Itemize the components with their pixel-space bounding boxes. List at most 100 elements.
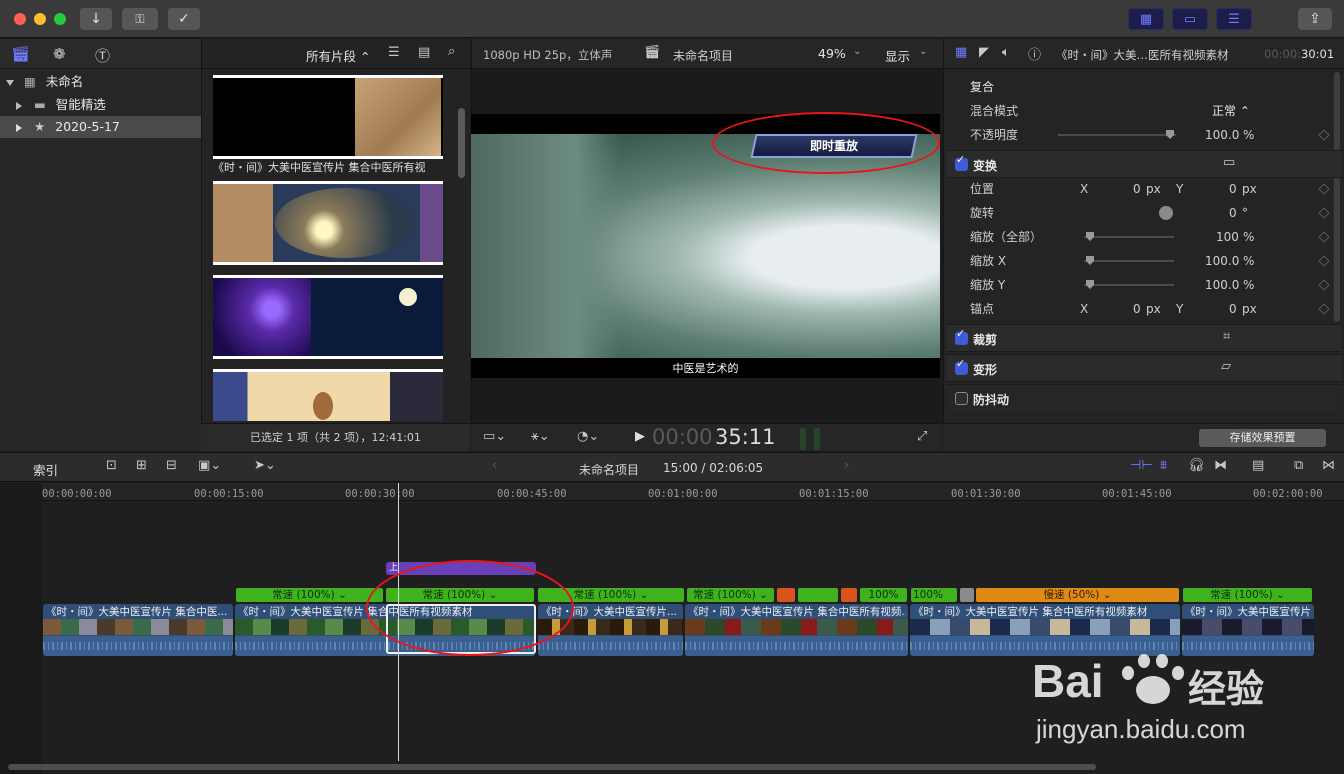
browser-clip-4[interactable]	[213, 369, 443, 421]
timeline-scrollbar[interactable]	[8, 764, 1096, 770]
browser-clip-3[interactable]	[213, 275, 443, 359]
retime-segment[interactable]	[798, 588, 838, 602]
titles-icon[interactable]: Ⓣ	[95, 45, 110, 66]
slider-knob[interactable]	[1086, 232, 1094, 241]
search-icon[interactable]: ⌕	[448, 44, 455, 59]
scale-y-slider[interactable]	[1084, 280, 1174, 289]
scale-x-slider[interactable]	[1084, 256, 1174, 265]
slider-knob[interactable]	[1086, 280, 1094, 289]
keyframe-diamond-icon[interactable]	[1318, 255, 1330, 267]
browser-scrollbar[interactable]	[458, 108, 465, 178]
blend-mode-popup[interactable]: 正常 ⌃	[1212, 99, 1250, 123]
background-tasks-button[interactable]: ✓	[168, 8, 200, 30]
retime-segment-fast[interactable]	[841, 588, 857, 602]
library-root[interactable]: ▦ 未命名	[6, 71, 201, 93]
minimize-window-button[interactable]	[34, 13, 46, 25]
crop-onscreen-icon[interactable]: ⌗	[1223, 329, 1230, 344]
skimming-icon[interactable]: ⊣⊢	[1130, 458, 1153, 473]
rotation-value[interactable]: 0	[1229, 201, 1237, 225]
audio-inspector-icon[interactable]: 🔈︎	[1002, 45, 1010, 60]
connect-clip-icon[interactable]: ⊡	[106, 458, 117, 473]
chevron-down-icon[interactable]: ⌄	[853, 46, 861, 57]
zoom-popup[interactable]: 49%	[818, 46, 846, 61]
transform-checkbox[interactable]	[955, 153, 968, 171]
timeline-clip[interactable]: 《时・间》大美中医宣传片 集合中医...	[43, 604, 233, 656]
keyframe-diamond-icon[interactable]	[1318, 207, 1330, 219]
clip-appearance-icon[interactable]: ▤	[1252, 458, 1264, 473]
sidebar-item-event[interactable]: ★ 2020-5-17	[0, 116, 201, 138]
anchor-y-value[interactable]: 0	[1229, 297, 1237, 321]
opacity-value[interactable]: 100.0	[1205, 123, 1239, 147]
timeline-toggle-button[interactable]: ▭	[1172, 8, 1208, 30]
zoom-window-button[interactable]	[54, 13, 66, 25]
audio-skimming-icon[interactable]: ⩩	[1160, 458, 1167, 473]
timeline-clip[interactable]: 《时・间》大美中医宣传片...	[1182, 604, 1314, 656]
keyframe-diamond-icon[interactable]	[1318, 129, 1330, 141]
color-inspector-icon[interactable]: ◤	[979, 45, 989, 60]
fullscreen-icon[interactable]: ⤢	[917, 429, 927, 444]
info-inspector-icon[interactable]: ⓘ	[1028, 44, 1041, 63]
inspector-toggle-button[interactable]: ☰	[1216, 8, 1252, 30]
distort-checkbox[interactable]	[955, 357, 968, 375]
retime-bar[interactable]: 100%	[860, 588, 907, 602]
anchor-x-value[interactable]: 0	[1133, 297, 1141, 321]
clip-filter-popup[interactable]: 所有片段 ⌃	[306, 46, 370, 65]
select-tool-icon[interactable]: ➤⌄	[254, 458, 276, 473]
retime-bar[interactable]: 100%	[911, 588, 957, 602]
close-window-button[interactable]	[14, 13, 26, 25]
slider-knob[interactable]	[1086, 256, 1094, 265]
retime-bar[interactable]: 常速 (100%) ⌄	[1183, 588, 1312, 602]
overwrite-clip-icon[interactable]: ▣⌄	[198, 458, 221, 473]
position-x-value[interactable]: 0	[1133, 177, 1141, 201]
opacity-slider[interactable]	[1058, 130, 1176, 139]
history-back-icon[interactable]: ‹	[492, 458, 497, 473]
chevron-down-icon[interactable]: ⌄	[919, 46, 927, 57]
browser-clip-2[interactable]	[213, 181, 443, 265]
transitions-browser-icon[interactable]: ⋈	[1322, 458, 1335, 473]
headphones-icon[interactable]: 🎧︎	[1188, 458, 1205, 473]
snapping-icon[interactable]: ⧓	[1214, 458, 1227, 473]
disclosure-closed-icon[interactable]	[16, 123, 22, 132]
scale-all-slider[interactable]	[1084, 232, 1174, 241]
browser-clip-1[interactable]	[213, 75, 443, 159]
position-y-value[interactable]: 0	[1229, 177, 1237, 201]
history-forward-icon[interactable]: ›	[844, 458, 849, 473]
filmstrip-icon[interactable]: ▤	[418, 45, 430, 60]
retime-bar-slow[interactable]: 慢速 (50%) ⌄	[976, 588, 1179, 602]
photos-icon[interactable]: ❁	[53, 45, 66, 63]
stabilization-checkbox[interactable]	[955, 392, 968, 405]
disclosure-closed-icon[interactable]	[16, 101, 22, 110]
effects-browser-icon[interactable]: ⧉	[1294, 458, 1303, 473]
list-view-icon[interactable]: ☰	[388, 45, 400, 60]
retime-segment-fast[interactable]	[777, 588, 795, 602]
retime-bar[interactable]: 常速 (100%) ⌄	[687, 588, 774, 602]
keyframe-diamond-icon[interactable]	[1318, 183, 1330, 195]
timeline-clip[interactable]: 《时・间》大美中医宣传片 集合中医所有视频素材	[910, 604, 1180, 656]
browser-toggle-button[interactable]: ▦	[1128, 8, 1164, 30]
disclosure-open-icon[interactable]	[6, 79, 14, 86]
sidebar-item-smart-collections[interactable]: ▬ 智能精选	[16, 94, 201, 116]
retime-bar[interactable]: 常速 (100%) ⌄	[236, 588, 383, 602]
play-icon[interactable]: ▶	[635, 429, 645, 444]
transform-onscreen-icon[interactable]: ▭	[1223, 155, 1235, 170]
keyframe-diamond-icon[interactable]	[1318, 303, 1330, 315]
rotation-dial[interactable]	[1159, 206, 1173, 220]
keyframe-diamond-icon[interactable]	[1318, 279, 1330, 291]
timeline-index-button[interactable]: 索引	[33, 460, 58, 479]
clapper-icon[interactable]: 🎬︎	[11, 45, 30, 63]
share-button[interactable]: ⇪	[1298, 8, 1332, 30]
video-inspector-icon[interactable]: ▦	[955, 45, 967, 60]
keyword-button[interactable]: ⚿	[122, 8, 158, 30]
insert-clip-icon[interactable]: ⊞	[136, 458, 147, 473]
slider-knob[interactable]	[1166, 130, 1174, 139]
scale-all-value[interactable]: 100	[1216, 225, 1239, 249]
timeline-clip[interactable]: 《时・间》大美中医宣传片 集合中医所有视频...	[685, 604, 908, 656]
display-popup[interactable]: 显示	[885, 46, 910, 65]
scale-x-value[interactable]: 100.0	[1205, 249, 1239, 273]
view-options-icon[interactable]: ▭⌄	[483, 429, 506, 444]
retime-speed-icon[interactable]: ◔⌄	[577, 429, 599, 444]
enhance-wand-icon[interactable]: ⚹⌄	[531, 429, 550, 444]
scale-y-value[interactable]: 100.0	[1205, 273, 1239, 297]
retime-handle[interactable]	[960, 588, 974, 602]
import-button[interactable]: ↓	[80, 8, 112, 30]
